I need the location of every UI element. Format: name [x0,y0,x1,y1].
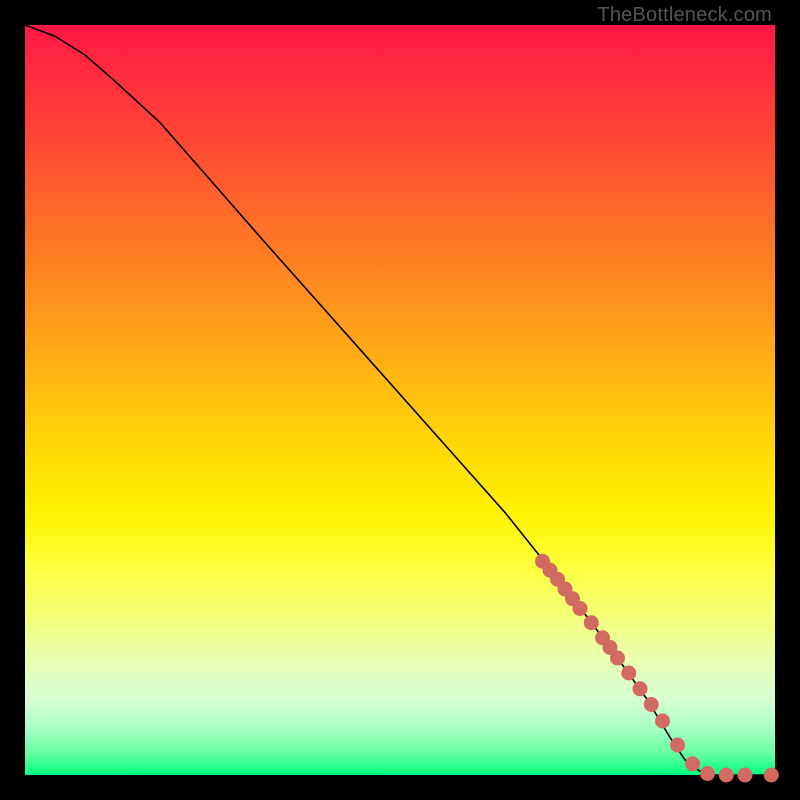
chart-frame: TheBottleneck.com [0,0,800,800]
data-point [670,738,685,753]
chart-overlay [25,25,775,775]
bottleneck-curve [25,25,775,775]
data-point [644,697,659,712]
highlighted-points-group [535,554,779,783]
data-point [764,768,779,783]
data-point [655,714,670,729]
data-point [738,768,753,783]
data-point [685,756,700,771]
data-point [610,651,625,666]
data-point [700,766,715,781]
data-point [633,681,648,696]
data-point [584,615,599,630]
attribution-text: TheBottleneck.com [597,4,772,27]
data-point [573,601,588,616]
data-point [621,666,636,681]
data-point [719,768,734,783]
